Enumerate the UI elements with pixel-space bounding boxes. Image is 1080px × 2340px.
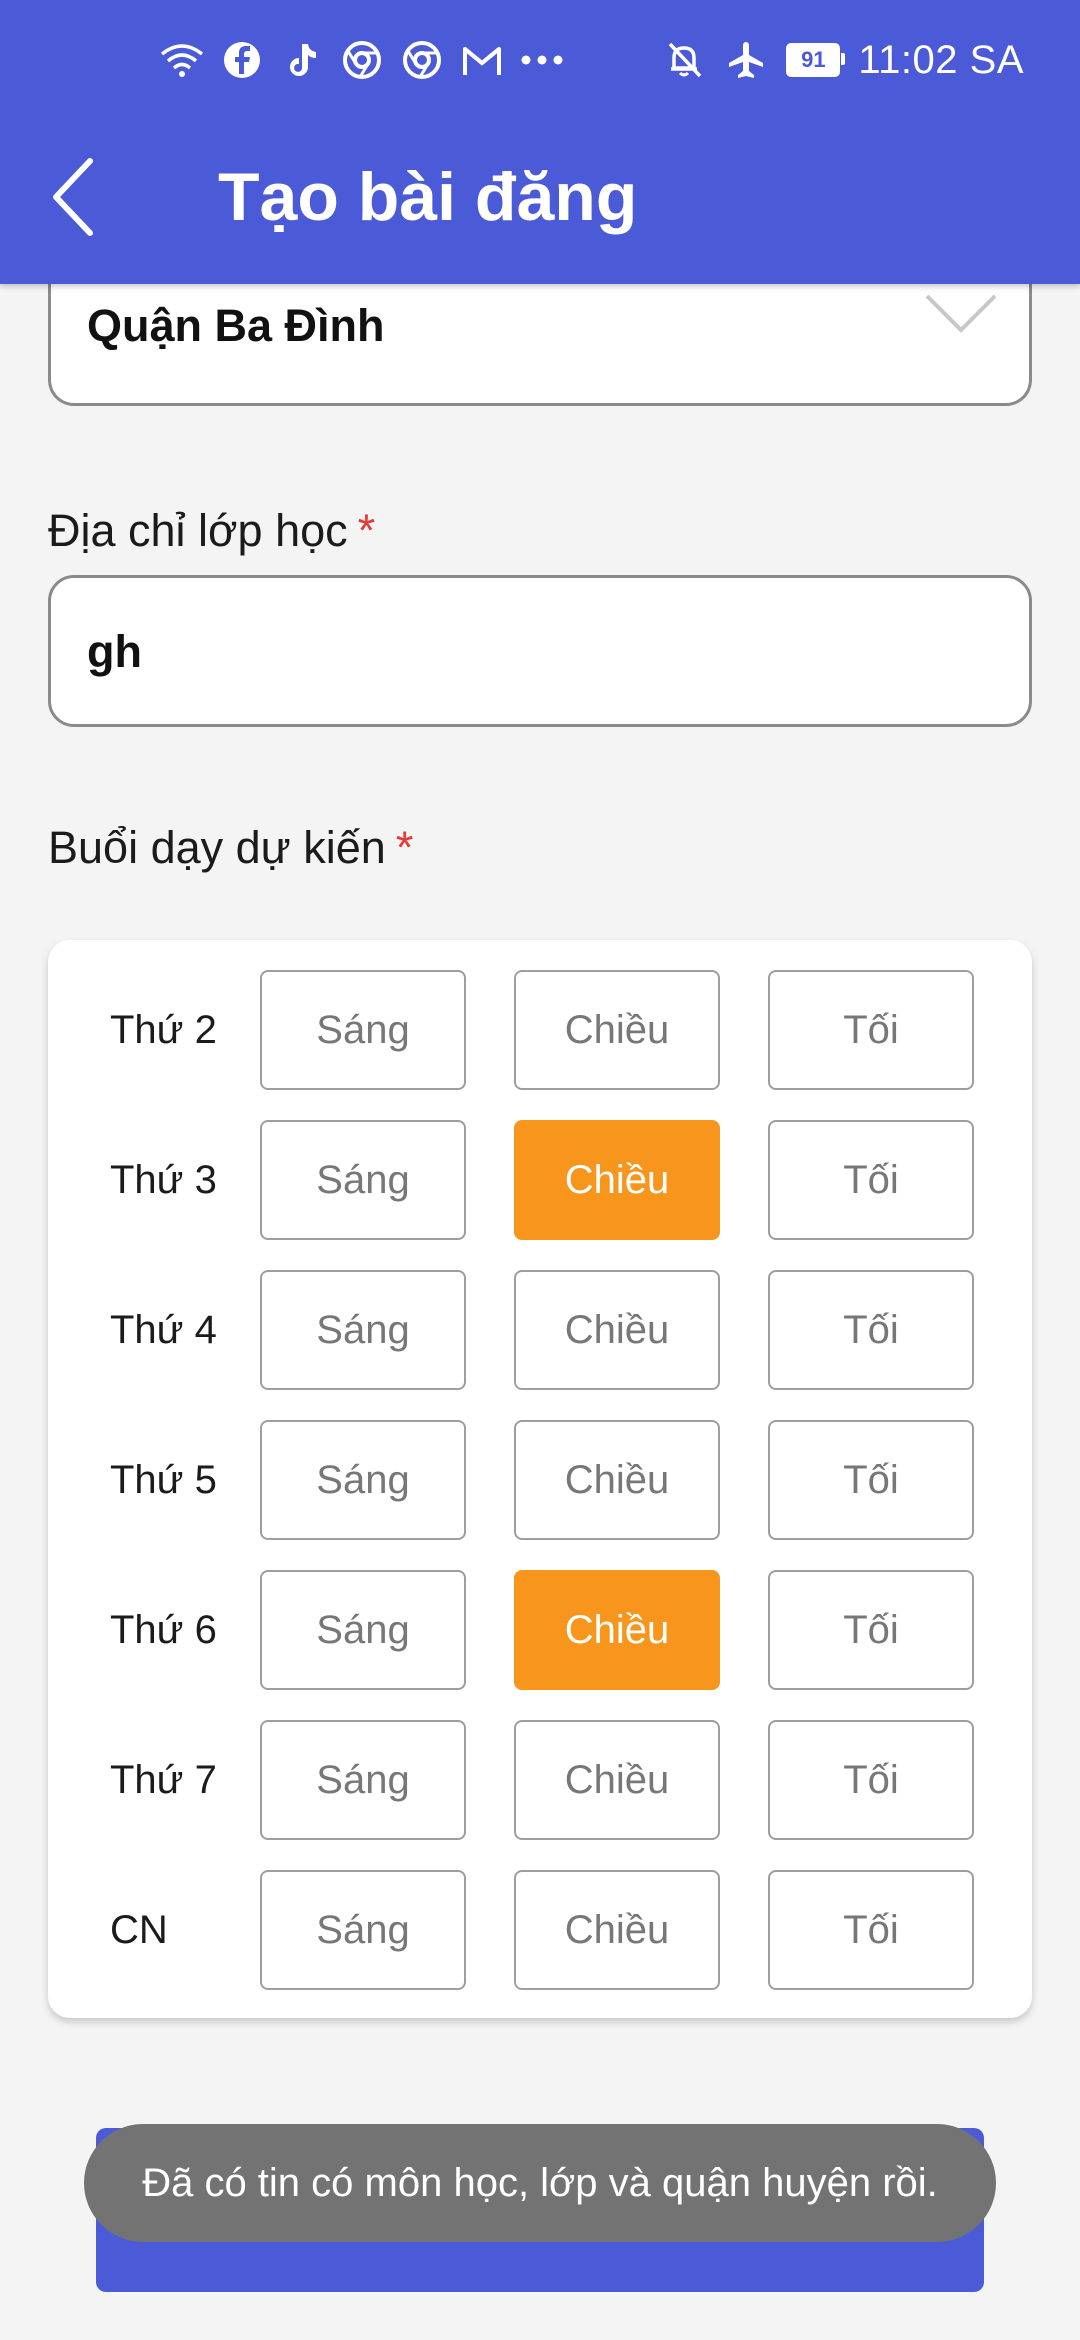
slot-button[interactable]: Tối (768, 1570, 974, 1690)
slot-button[interactable]: Tối (768, 1270, 974, 1390)
day-label: Thứ 3 (110, 1158, 217, 1202)
day-label: Thứ 2 (110, 1008, 217, 1052)
day-label: Thứ 4 (110, 1308, 217, 1352)
slot-button[interactable]: Tối (768, 970, 974, 1090)
address-label-text: Địa chỉ lớp học (48, 505, 348, 556)
slot-button[interactable]: Chiều (514, 970, 720, 1090)
slot-button[interactable]: Sáng (260, 1870, 466, 1990)
schedule-grid: Thứ 2 Sáng Chiều Tối Thứ 3 Sáng Chiều Tối Thứ 4 S… (48, 940, 1032, 2018)
day-label: Thứ 6 (110, 1608, 217, 1652)
schedule-row: Thứ 2 Sáng Chiều Tối (48, 970, 1032, 1090)
day-label: Thứ 7 (110, 1758, 217, 1802)
slot-button[interactable]: Chiều (514, 1720, 720, 1840)
notifications-off-icon (662, 38, 706, 82)
slot-button[interactable]: Tối (768, 1420, 974, 1540)
status-bar-right: 91 11:02 SA (662, 30, 1024, 90)
battery-indicator: 91 (786, 43, 846, 77)
slot-button[interactable]: Tối (768, 1870, 974, 1990)
chevron-left-icon (53, 158, 93, 236)
gmail-icon (460, 38, 504, 82)
app-bar: 91 11:02 SA Tạo bài đăng (0, 0, 1080, 284)
page-title: Tạo bài đăng (218, 159, 638, 235)
schedule-row: Thứ 6 Sáng Chiều Tối (48, 1570, 1032, 1690)
status-bar-left (160, 36, 564, 84)
address-input-value: gh (87, 626, 142, 677)
schedule-label-text: Buổi dạy dự kiến (48, 822, 386, 873)
slot-button[interactable]: Chiều (514, 1270, 720, 1390)
slot-button[interactable]: Chiều (514, 1120, 720, 1240)
slot-button[interactable]: Sáng (260, 1570, 466, 1690)
chrome-icon (400, 38, 444, 82)
facebook-icon (220, 38, 264, 82)
more-dots-icon (520, 38, 564, 82)
schedule-row: Thứ 5 Sáng Chiều Tối (48, 1420, 1032, 1540)
schedule-row: Thứ 3 Sáng Chiều Tối (48, 1120, 1032, 1240)
slot-button[interactable]: Tối (768, 1120, 974, 1240)
chevron-down-icon (923, 290, 999, 341)
status-bar: 91 11:02 SA (0, 0, 1080, 120)
slot-button[interactable]: Tối (768, 1720, 974, 1840)
tiktok-icon (280, 38, 324, 82)
slot-button[interactable]: Chiều (514, 1570, 720, 1690)
address-input[interactable]: gh (48, 575, 1032, 727)
slot-button[interactable]: Sáng (260, 1420, 466, 1540)
schedule-label: Buổi dạy dự kiến * (48, 822, 413, 874)
chrome-icon (340, 38, 384, 82)
required-mark: * (357, 505, 376, 556)
status-clock: 11:02 SA (858, 37, 1024, 82)
back-button[interactable] (50, 152, 120, 242)
day-label: CN (110, 1908, 168, 1952)
district-select-value: Quận Ba Đình (87, 300, 385, 351)
schedule-row: Thứ 4 Sáng Chiều Tối (48, 1270, 1032, 1390)
toast-message: Đã có tin có môn học, lớp và quận huyện … (84, 2124, 996, 2242)
slot-button[interactable]: Sáng (260, 970, 466, 1090)
day-label: Thứ 5 (110, 1458, 217, 1502)
slot-button[interactable]: Chiều (514, 1420, 720, 1540)
slot-button[interactable]: Chiều (514, 1870, 720, 1990)
airplane-mode-icon (724, 38, 768, 82)
address-label: Địa chỉ lớp học * (48, 505, 375, 557)
wifi-icon (160, 38, 204, 82)
slot-button[interactable]: Sáng (260, 1720, 466, 1840)
schedule-row: CN Sáng Chiều Tối (48, 1870, 1032, 1990)
slot-button[interactable]: Sáng (260, 1120, 466, 1240)
schedule-row: Thứ 7 Sáng Chiều Tối (48, 1720, 1032, 1840)
required-mark: * (395, 822, 414, 873)
slot-button[interactable]: Sáng (260, 1270, 466, 1390)
